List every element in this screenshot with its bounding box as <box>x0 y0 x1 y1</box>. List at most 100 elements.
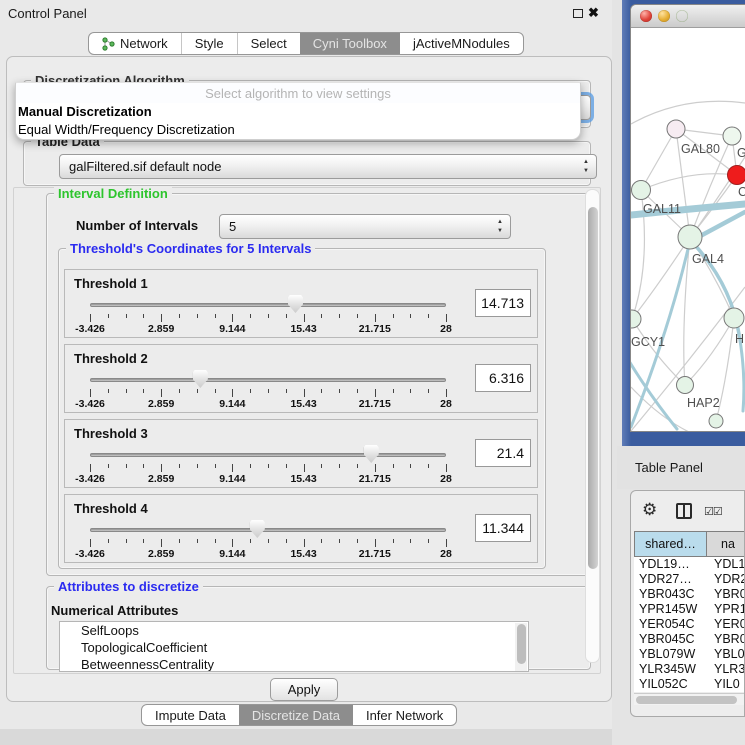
slider-tick <box>375 464 376 472</box>
network-node-ga[interactable] <box>723 127 741 145</box>
attribute-list-item[interactable]: BetweennessCentrality <box>60 656 528 672</box>
slider-track[interactable] <box>90 378 446 382</box>
attribute-list-item[interactable]: TopologicalCoefficient <box>60 639 528 656</box>
network-node-gal80[interactable] <box>667 120 685 138</box>
slider-tick <box>446 539 447 547</box>
tab-label: Style <box>195 33 224 55</box>
threshold-value-field[interactable]: 21.4 <box>475 439 531 467</box>
slider-tick <box>108 464 109 468</box>
slider-thumb[interactable] <box>364 445 379 463</box>
network-node-c[interactable] <box>728 166 745 185</box>
list-scrollbar-thumb[interactable] <box>517 624 526 664</box>
node-table: shared… na YDL19…YDL1YDR27…YDR2YBR043CYB… <box>634 531 745 692</box>
tab-label: jActiveMNodules <box>413 33 510 55</box>
table-data-combo[interactable]: galFiltered.sif default node ▲▼ <box>59 154 597 179</box>
table-row[interactable]: YDR27…YDR2 <box>634 572 745 587</box>
network-node-h[interactable] <box>724 308 744 328</box>
table-row[interactable]: YBL079WYBL0 <box>634 647 745 662</box>
slider-thumb[interactable] <box>250 520 265 538</box>
slider-tick <box>250 539 251 543</box>
table-cell-shared-name: YDR27… <box>634 572 707 587</box>
bottom-tab-infer-network[interactable]: Infer Network <box>353 705 456 725</box>
list-scrollbar[interactable] <box>515 623 527 671</box>
slider-track[interactable] <box>90 453 446 457</box>
tab-select[interactable]: Select <box>237 33 300 54</box>
tab-cyni-toolbox[interactable]: Cyni Toolbox <box>300 33 400 54</box>
network-node-label: GAL80 <box>681 142 720 156</box>
slider-track[interactable] <box>90 528 446 532</box>
slider-tick <box>197 464 198 468</box>
network-edge[interactable] <box>631 101 745 124</box>
num-intervals-combo[interactable]: 5 ▲▼ <box>219 214 511 239</box>
network-edge-highlighted[interactable] <box>631 361 677 429</box>
table-row[interactable]: YPR145WYPR1 <box>634 602 745 617</box>
table-row[interactable]: YIL052CYIL0 <box>634 677 745 692</box>
table-row[interactable]: YBR043CYBR0 <box>634 587 745 602</box>
threshold-value-field[interactable]: 6.316 <box>475 364 531 392</box>
slider-tick <box>446 464 447 472</box>
numerical-attributes-list[interactable]: SelfLoopsTopologicalCoefficientBetweenne… <box>59 621 529 672</box>
table-panel-header: Table Panel <box>617 446 745 489</box>
tab-label: Impute Data <box>155 705 226 726</box>
slider-tick <box>126 389 127 393</box>
table-cell-shared-name: YLR345W <box>634 662 707 677</box>
threshold-value-field[interactable]: 14.713 <box>475 289 531 317</box>
bottom-tab-discretize-data[interactable]: Discretize Data <box>239 705 353 725</box>
slider-tick <box>321 464 322 468</box>
settings-scrollbar[interactable] <box>585 189 600 663</box>
slider-tick-label: 28 <box>440 398 452 410</box>
tab-jactivemnodules[interactable]: jActiveMNodules <box>400 33 523 54</box>
dropdown-item[interactable]: Manual Discretization <box>16 103 580 121</box>
table-row[interactable]: YER054CYER0 <box>634 617 745 632</box>
network-node-gcy1[interactable] <box>631 310 641 328</box>
table-row[interactable]: YBR045CYBR0 <box>634 632 745 647</box>
gear-icon[interactable]: ⚙ <box>642 501 657 519</box>
slider-tick <box>179 539 180 543</box>
tab-network[interactable]: Network <box>89 33 181 54</box>
apply-button[interactable]: Apply <box>270 678 338 701</box>
threshold-value-field[interactable]: 11.344 <box>475 514 531 542</box>
close-icon[interactable]: ✖ <box>588 5 599 21</box>
table-horizontal-scrollbar[interactable] <box>634 693 745 705</box>
dropdown-item[interactable]: Equal Width/Frequency Discretization <box>16 121 580 139</box>
slider-tick <box>90 539 91 547</box>
slider-thumb[interactable] <box>288 295 303 313</box>
slider-tick <box>161 314 162 322</box>
table-horizontal-scrollbar-thumb[interactable] <box>636 696 737 704</box>
slider-tick <box>410 539 411 543</box>
network-edge[interactable] <box>641 129 676 190</box>
float-window-icon[interactable] <box>573 9 583 18</box>
slider-tick-label: 15.43 <box>290 548 316 560</box>
network-edge[interactable] <box>641 174 737 190</box>
network-node-gal4[interactable] <box>678 225 702 249</box>
network-node-hap2[interactable] <box>677 377 694 394</box>
network-node[interactable] <box>709 414 723 428</box>
slider-tick-label: 28 <box>440 548 452 560</box>
tab-style[interactable]: Style <box>181 33 237 54</box>
slider-track[interactable] <box>90 303 446 307</box>
attributes-group-title: Attributes to discretize <box>54 579 203 594</box>
slider-tick <box>321 314 322 318</box>
zoom-traffic-light-icon[interactable] <box>676 10 688 22</box>
table-row[interactable]: YDL19…YDL1 <box>634 557 745 572</box>
table-row[interactable]: YLR345WYLR3 <box>634 662 745 677</box>
dropdown-items: Manual DiscretizationEqual Width/Frequen… <box>16 103 580 139</box>
network-canvas[interactable]: GAL80GACGAL11GAL4GCY1HHAP2 <box>631 29 745 432</box>
settings-scrollbar-thumb[interactable] <box>588 207 598 569</box>
slider-tick <box>339 464 340 468</box>
column-header-name[interactable]: na <box>707 531 745 557</box>
slider-thumb[interactable] <box>193 370 208 388</box>
column-header-shared-name[interactable]: shared… <box>634 531 707 557</box>
attribute-list-item[interactable]: SelfLoops <box>60 622 528 639</box>
bottom-tab-impute-data[interactable]: Impute Data <box>142 705 239 725</box>
column-layout-icon[interactable] <box>676 503 692 519</box>
slider-tick <box>393 389 394 393</box>
minimize-traffic-light-icon[interactable] <box>658 10 670 22</box>
network-node-gal11[interactable] <box>632 181 651 200</box>
network-window: GAL80GACGAL11GAL4GCY1HHAP2 <box>630 4 745 432</box>
network-edge[interactable] <box>685 318 734 385</box>
slider-tick-label: 2.859 <box>148 398 174 410</box>
slider-tick <box>410 389 411 393</box>
checkbox-icons[interactable]: ☑☑ <box>704 505 722 518</box>
close-traffic-light-icon[interactable] <box>640 10 652 22</box>
